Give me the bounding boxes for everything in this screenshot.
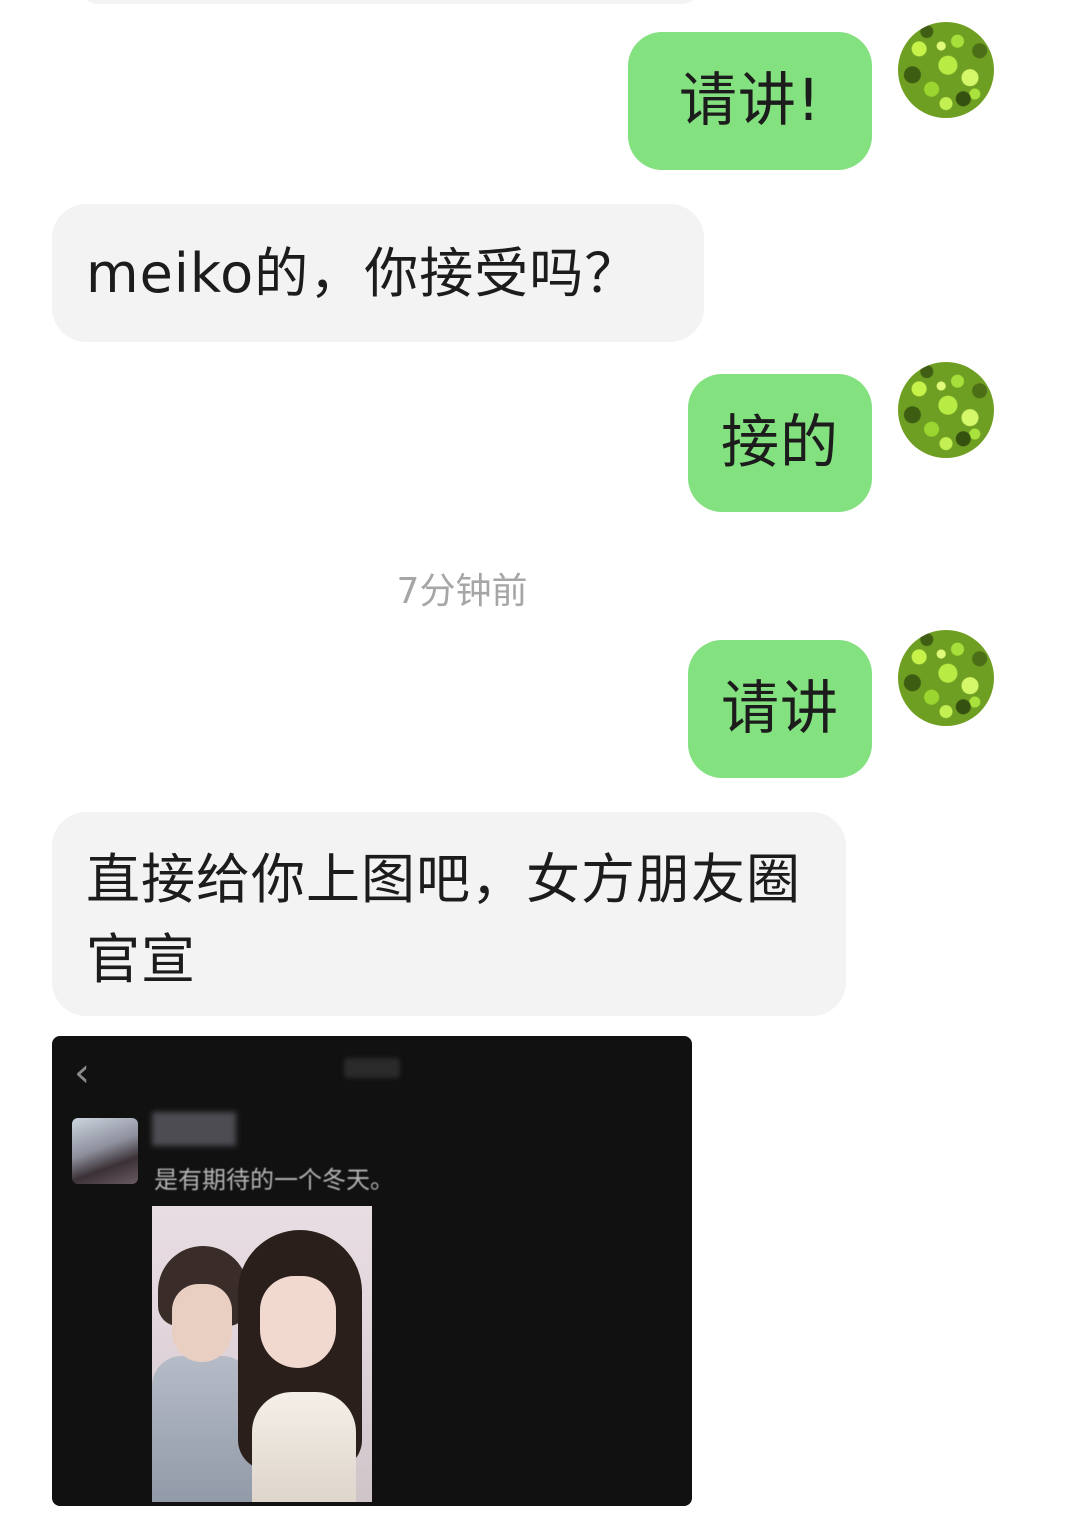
message-text: 请讲 <box>720 674 839 742</box>
chevron-left-icon: ‹ <box>74 1050 90 1096</box>
message-bubble-self[interactable]: 请讲 <box>688 640 872 778</box>
image-message[interactable]: ‹ 是有期待的一个冬天。 <box>52 1036 692 1506</box>
message-bubble-other[interactable]: meiko的，你接受吗？ <box>52 204 704 342</box>
message-text: 请讲! <box>678 66 822 134</box>
message-bubble-self[interactable]: 请讲! <box>628 32 872 170</box>
message-text: 直接给你上图吧，女方朋友圈官宣 <box>86 848 801 991</box>
message-bubble-self[interactable]: 接的 <box>688 374 872 512</box>
message-text: 接的 <box>720 408 839 476</box>
post-author-avatar <box>72 1118 138 1184</box>
message-timestamp: 7分钟前 <box>396 571 528 612</box>
self-avatar[interactable] <box>898 630 994 726</box>
message-bubble-other[interactable]: 直接给你上图吧，女方朋友圈官宣 <box>52 812 846 1016</box>
previous-message-bubble-edge <box>80 0 700 4</box>
blurred-page-title <box>344 1058 400 1078</box>
couple-photo <box>152 1206 372 1502</box>
self-avatar[interactable] <box>898 22 994 118</box>
moments-post-text: 是有期待的一个冬天。 <box>154 1166 394 1194</box>
message-text: meiko的，你接受吗？ <box>86 242 640 305</box>
blurred-author-name <box>152 1112 236 1146</box>
self-avatar[interactable] <box>898 362 994 458</box>
